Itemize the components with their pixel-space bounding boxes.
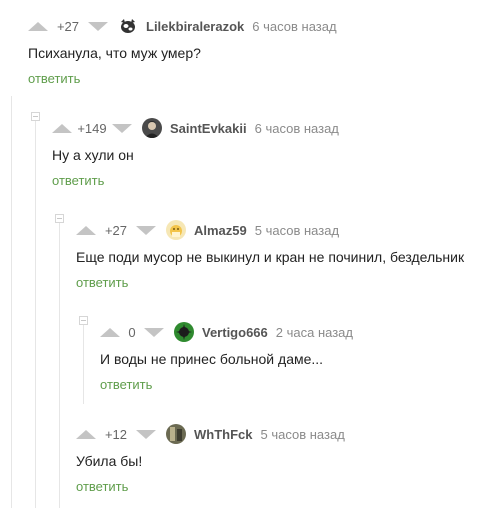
comment-header: 0 Vertigo666 2 часа назад	[100, 321, 353, 343]
comment-author[interactable]: Lilekbiralerazok	[146, 19, 244, 34]
comment-text: Психанула, что муж умер?	[28, 45, 201, 61]
reply-link[interactable]: ответить	[76, 479, 128, 494]
downvote-arrow-icon[interactable]	[112, 123, 132, 133]
comment-header: +149 SaintEvkakii 6 часов назад	[52, 117, 339, 139]
collapse-toggle-level-3[interactable]	[55, 214, 64, 223]
collapse-toggle-level-4[interactable]	[79, 316, 88, 325]
upvote-arrow-icon[interactable]	[76, 429, 96, 439]
thread-line-level-2	[35, 120, 36, 508]
reply-link[interactable]: ответить	[52, 173, 104, 188]
comment-text: И воды не принес больной даме...	[100, 351, 324, 367]
upvote-arrow-icon[interactable]	[52, 123, 72, 133]
thread-line-level-4	[83, 324, 84, 404]
comment-rating: +27	[104, 222, 128, 238]
comment-header: +12 WhThFck 5 часов назад	[76, 423, 345, 445]
photo-avatar-icon[interactable]	[166, 424, 186, 444]
comment-author[interactable]: WhThFck	[194, 427, 253, 442]
yellow-avatar-icon[interactable]	[166, 220, 186, 240]
downvote-arrow-icon[interactable]	[144, 327, 164, 337]
comment-text: Ну а хули он	[52, 147, 134, 163]
comment-text: Убила бы!	[76, 453, 143, 469]
thread-line-level-3	[59, 222, 60, 508]
comment-rating: +149	[77, 120, 107, 136]
comment-rating: +27	[56, 18, 80, 34]
collapse-toggle-level-2[interactable]	[31, 112, 40, 121]
downvote-arrow-icon[interactable]	[88, 21, 108, 31]
thread-line-level-1	[11, 96, 12, 508]
upvote-arrow-icon[interactable]	[76, 225, 96, 235]
comment-author[interactable]: Vertigo666	[202, 325, 268, 340]
upvote-arrow-icon[interactable]	[28, 21, 48, 31]
upvote-arrow-icon[interactable]	[100, 327, 120, 337]
comment-rating: 0	[128, 324, 136, 340]
green-creature-avatar-icon[interactable]	[174, 322, 194, 342]
downvote-arrow-icon[interactable]	[136, 225, 156, 235]
comment-rating: +12	[104, 426, 128, 442]
comment-header: +27 Almaz59 5 часов назад	[76, 219, 339, 241]
cow-avatar-icon[interactable]	[118, 16, 138, 36]
comment-time[interactable]: 5 часов назад	[261, 427, 345, 442]
comment-author[interactable]: Almaz59	[194, 223, 247, 238]
reply-link[interactable]: ответить	[28, 71, 80, 86]
comment-time[interactable]: 6 часов назад	[252, 19, 336, 34]
reply-link[interactable]: ответить	[100, 377, 152, 392]
reply-link[interactable]: ответить	[76, 275, 128, 290]
comment-time[interactable]: 5 часов назад	[255, 223, 339, 238]
downvote-arrow-icon[interactable]	[136, 429, 156, 439]
comment-header: +27 Lilekbiralerazok 6 часов назад	[28, 15, 337, 37]
portrait-avatar-icon[interactable]	[142, 118, 162, 138]
comment-time[interactable]: 2 часа назад	[276, 325, 353, 340]
comment-author[interactable]: SaintEvkakii	[170, 121, 247, 136]
comment-text: Еще поди мусор не выкинул и кран не почи…	[76, 249, 465, 265]
comment-time[interactable]: 6 часов назад	[255, 121, 339, 136]
